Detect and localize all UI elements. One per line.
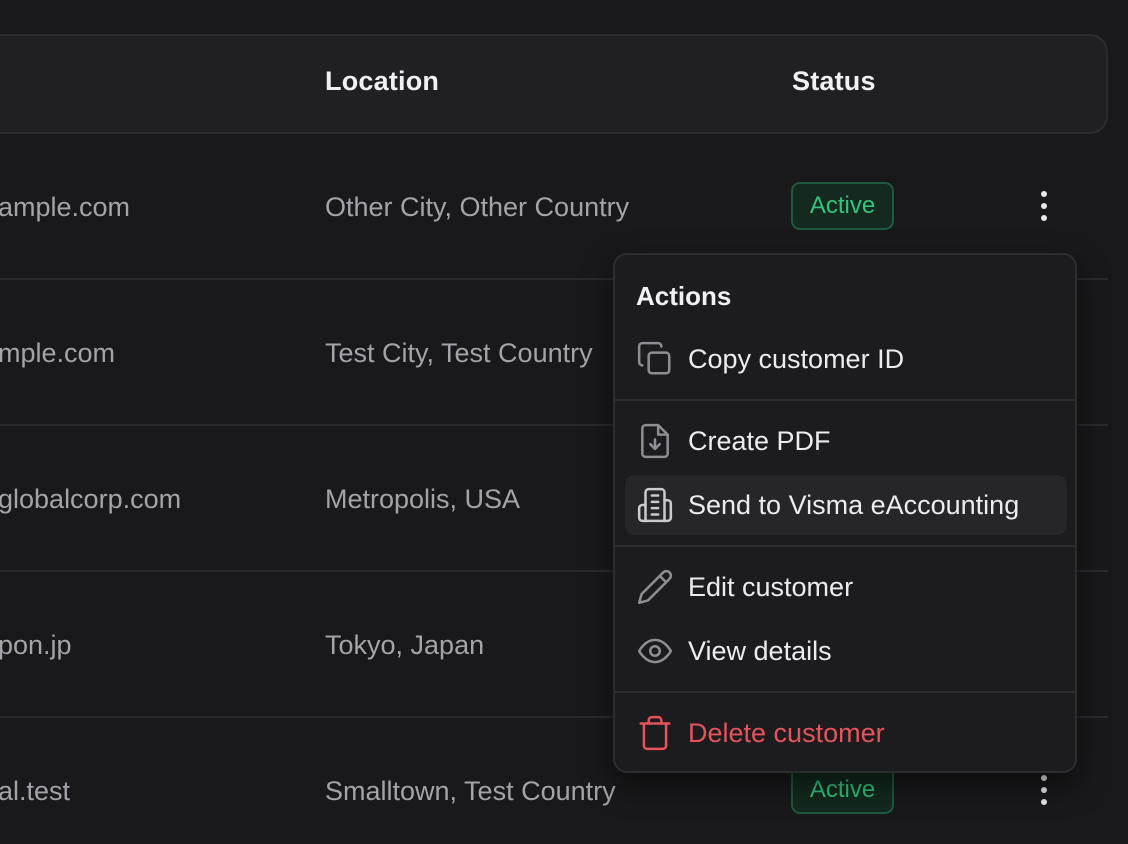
table-header [0,34,1108,134]
kebab-dot [1041,787,1047,793]
menu-item-copy-customer-id[interactable]: Copy customer ID [625,329,1067,389]
menu-divider [615,691,1075,693]
status-badge: Active [791,182,894,230]
menu-title: Actions [636,281,732,311]
kebab-dot [1041,799,1047,805]
menu-item-send-to-visma[interactable]: Send to Visma eAccounting [625,475,1067,535]
email-cell: mple.com [0,338,116,368]
row-actions-menu: Actions Copy customer ID Create PDF Send… [613,253,1077,773]
building-icon [635,485,675,525]
menu-item-create-pdf[interactable]: Create PDF [625,411,1067,471]
kebab-dot [1041,203,1047,209]
column-header-status[interactable]: Status [792,66,876,97]
email-cell: pon.jp [0,630,72,660]
location-cell: Test City, Test Country [325,338,593,368]
menu-item-label: Copy customer ID [688,343,905,374]
location-cell: Smalltown, Test Country [325,776,616,806]
email-cell: globalcorp.com [0,484,182,514]
menu-item-label: Send to Visma eAccounting [688,489,1020,520]
status-badge: Active [791,766,894,814]
location-cell: Tokyo, Japan [325,630,485,660]
menu-divider [615,399,1075,401]
menu-item-label: Edit customer [688,571,854,602]
menu-item-label: Create PDF [688,425,831,456]
pencil-icon [635,567,675,607]
column-header-location[interactable]: Location [325,66,439,97]
email-cell: al.test [0,776,71,806]
menu-item-edit-customer[interactable]: Edit customer [625,557,1067,617]
eye-icon [635,631,675,671]
menu-item-view-details[interactable]: View details [625,621,1067,681]
kebab-dot [1041,215,1047,221]
email-cell: ample.com [0,192,131,222]
location-cell: Other City, Other Country [325,192,630,222]
kebab-dot [1041,191,1047,197]
copy-icon [635,339,675,379]
row-actions-button[interactable] [1028,186,1060,226]
menu-divider [615,545,1075,547]
customers-screen: Location Status ample.com Other City, Ot… [0,0,1128,844]
row-actions-button[interactable] [1028,770,1060,810]
trash-icon [635,713,675,753]
file-download-icon [635,421,675,461]
location-cell: Metropolis, USA [325,484,521,514]
menu-item-delete-customer[interactable]: Delete customer [625,703,1067,763]
menu-item-label: View details [688,635,832,666]
menu-item-label: Delete customer [688,717,885,748]
kebab-dot [1041,775,1047,781]
